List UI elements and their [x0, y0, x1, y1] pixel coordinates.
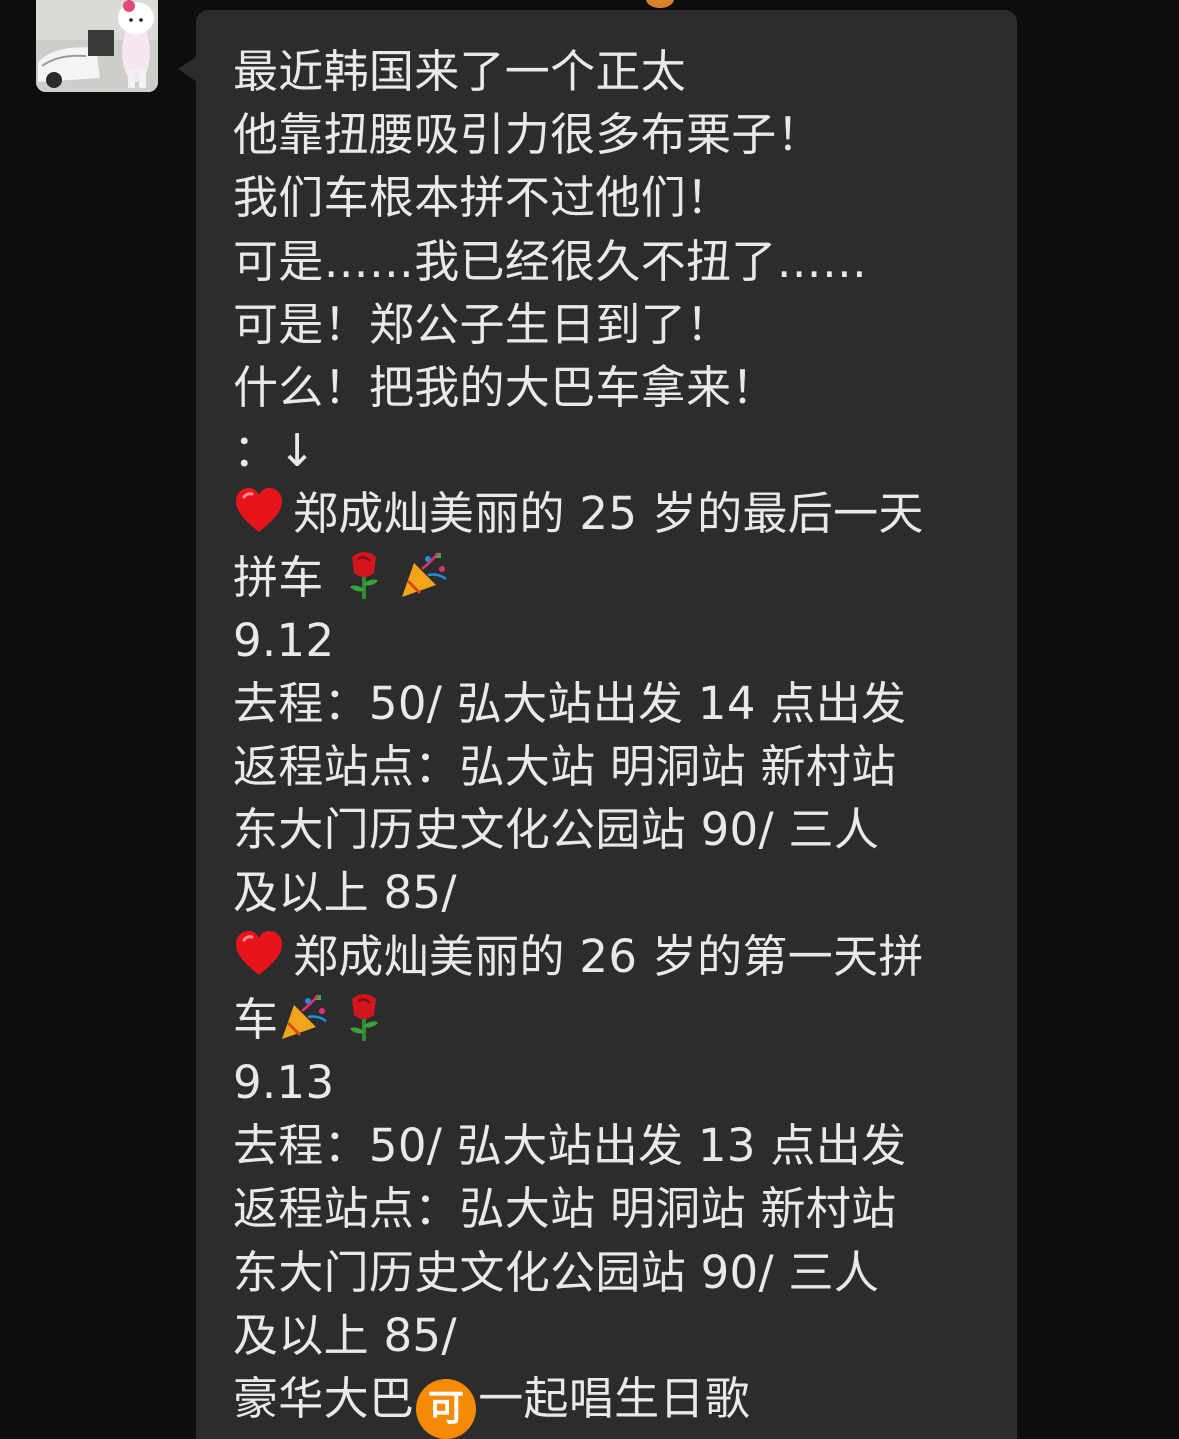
message-text[interactable]: 最近韩国来了一个正太 他靠扭腰吸引力很多布栗子！ 我们车根本拼不过他们！ 可是……	[233, 40, 1003, 1439]
message-line-text: 郑成灿美丽的 26 岁的第一天拼	[293, 929, 924, 983]
chat-screen: 最近韩国来了一个正太 他靠扭腰吸引力很多布栗子！ 我们车根本拼不过他们！ 可是……	[0, 0, 1179, 1439]
message-line: ：↓	[233, 424, 317, 478]
message-line-text: 豪华大巴	[233, 1371, 415, 1425]
message-line: 郑成灿美丽的 26 岁的第一天拼	[233, 925, 1003, 988]
party-popper-icon	[398, 549, 450, 601]
message-line: 9.13	[233, 1056, 335, 1109]
message-line: 最近韩国来了一个正太	[233, 45, 687, 98]
status-dot	[646, 0, 674, 8]
message-line: 去程：50/ 弘大站出发 13 点出发	[233, 1119, 907, 1173]
red-heart-icon	[233, 928, 285, 980]
message-line-text: 车	[233, 992, 279, 1046]
message-line: 我们车根本拼不过他们！	[233, 171, 732, 225]
message-line: 及以上 85/	[233, 866, 457, 920]
message-line: 东大门历史文化公园站 90/ 三人	[233, 803, 880, 857]
ke-emoji-badge: 可	[416, 1378, 477, 1439]
message-line: 豪华大巴可一起唱生日歌	[233, 1367, 1003, 1439]
message-line: 及以上 85/	[233, 1308, 457, 1362]
rose-icon	[338, 549, 390, 601]
message-line: 他靠扭腰吸引力很多布栗子！	[233, 108, 822, 162]
message-line: 去程：50/ 弘大站出发 14 点出发	[233, 676, 907, 730]
message-line: 返程站点：弘大站 明洞站 新村站	[233, 740, 897, 794]
message-line: 东大门历史文化公园站 90/ 三人	[233, 1245, 880, 1299]
message-line-text: 郑成灿美丽的 25 岁的最后一天	[293, 487, 924, 541]
message-line: 可是！郑公子生日到了！	[233, 297, 732, 351]
red-heart-icon	[233, 485, 285, 537]
message-line-text: 一起唱生日歌	[478, 1371, 751, 1425]
bubble-tail	[178, 56, 197, 82]
message-line: 什么！把我的大巴车拿来！	[233, 360, 777, 414]
sender-avatar[interactable]	[36, 0, 158, 92]
message-line: 郑成灿美丽的 25 岁的最后一天	[233, 482, 1003, 545]
message-line: 车	[233, 988, 1003, 1051]
rose-icon	[338, 991, 390, 1043]
message-line: 拼车	[233, 546, 1003, 609]
message-line: 可是……我已经很久不扭了……	[233, 234, 868, 288]
message-line: 9.12	[233, 613, 335, 667]
party-popper-icon	[278, 991, 330, 1043]
message-line-text: 拼车	[233, 550, 324, 604]
hello-kitty-mascot-avatar-icon	[36, 0, 158, 92]
message-line: 返程站点：弘大站 明洞站 新村站	[233, 1182, 897, 1236]
